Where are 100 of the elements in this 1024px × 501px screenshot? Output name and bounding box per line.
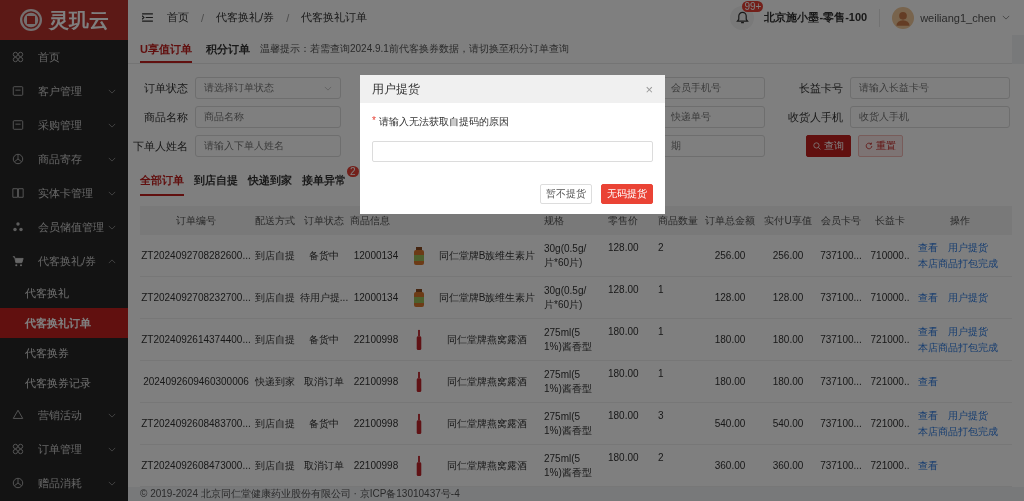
table-cell-text: 275ml(51%)酱香型 xyxy=(543,367,593,396)
table-cell-text: 180.00 xyxy=(607,367,640,379)
action-link[interactable]: 用户提货 xyxy=(948,290,988,305)
action-link[interactable]: 查看 xyxy=(918,290,938,305)
table-cell-text: 721000.. xyxy=(869,334,911,345)
sidebar-item[interactable]: 首页 xyxy=(0,40,128,74)
user-name[interactable]: weiliang1_chen xyxy=(920,11,996,24)
table-cell-text: 取消订单 xyxy=(303,374,345,389)
table-cell-text: 540.00 xyxy=(713,418,747,429)
table-cell-text: 同仁堂牌燕窝露酒 xyxy=(446,416,528,431)
table-cell-text: 275ml(51%)酱香型 xyxy=(543,451,593,480)
action-link[interactable]: 用户提货 xyxy=(948,240,988,255)
table-cell-text: 22100998 xyxy=(352,376,400,387)
table-cell-text: 1 xyxy=(657,283,665,295)
table-cell-text: 721000.. xyxy=(869,418,911,429)
breadcrumb-separator: / xyxy=(201,11,205,24)
action-link[interactable]: 查看 xyxy=(918,408,938,423)
sidebar-item[interactable]: 营销活动 xyxy=(0,398,128,432)
field-label: 商品名称 xyxy=(143,109,188,125)
sidebar-item[interactable]: 实体卡管理 xyxy=(0,176,128,210)
sidebar-subitem[interactable]: 代客换券 xyxy=(0,338,128,368)
order-tab[interactable]: 快递到家 xyxy=(248,174,292,194)
book-icon xyxy=(12,187,24,199)
table-cell-text: 到店自提 xyxy=(254,332,296,347)
table-cell-text: 737100... xyxy=(819,334,863,345)
reset-button[interactable]: 重置 xyxy=(858,135,903,157)
input-field[interactable]: 请输入长益卡号 xyxy=(850,77,1010,99)
dialog-button[interactable]: 暂不提货 xyxy=(540,184,592,204)
chevron-icon xyxy=(108,156,116,162)
caret-icon xyxy=(324,86,332,91)
menu-icon[interactable] xyxy=(142,13,153,22)
table-cell-text: 同仁堂牌燕窝露酒 xyxy=(446,332,528,347)
action-link[interactable]: 查看 xyxy=(918,324,938,339)
table-cell-text: 256.00 xyxy=(713,250,747,261)
order-tab[interactable]: 接单异常 xyxy=(302,174,346,194)
table-cell-text: 737100... xyxy=(819,418,863,429)
chevron-icon xyxy=(108,412,116,418)
sidebar-item[interactable]: 商品寄存 xyxy=(0,142,128,176)
action-link[interactable]: 用户提货 xyxy=(948,324,988,339)
sidebar-item[interactable]: 订单管理 xyxy=(0,432,128,466)
table-cell: ZT2024092608473000... xyxy=(140,460,252,471)
table-cell-text: 备货中 xyxy=(308,248,340,263)
table-cell-text: 2024092609460300006 xyxy=(142,376,250,387)
chevron-icon xyxy=(108,190,116,196)
dialog-button[interactable]: 无码提货 xyxy=(601,184,653,204)
search-button[interactable]: 查询 xyxy=(806,135,851,157)
table-cell-text: 22100998 xyxy=(352,418,400,429)
table-cell-text: 12000134 xyxy=(352,250,400,261)
table-cell: ZT2024092708232700... xyxy=(140,292,252,303)
field-label: 长益卡号 xyxy=(798,80,843,96)
breadcrumb-link[interactable]: 代客换礼订单 xyxy=(301,10,368,25)
sidebar-item[interactable]: 会员储值管理 xyxy=(0,210,128,244)
chevron-icon xyxy=(108,446,116,452)
table-cell-text: 256.00 xyxy=(771,250,805,261)
table-cell-text: 到店自提 xyxy=(254,290,296,305)
table-cell: ZT2024092708282600... xyxy=(140,250,252,261)
action-link[interactable]: 查看 xyxy=(918,240,938,255)
sidebar-item[interactable]: 赠品消耗 xyxy=(0,466,128,500)
table-cell-text: 到店自提 xyxy=(254,248,296,263)
cart-icon xyxy=(12,255,24,267)
page-tab[interactable]: 积分订单 xyxy=(205,35,250,63)
table-cell: 待用户提... xyxy=(298,290,350,305)
breadcrumb-link[interactable]: 代客换礼/券 xyxy=(216,10,275,25)
action-link[interactable]: 用户提货 xyxy=(948,408,988,423)
action-link[interactable]: 本店商品打包完成 xyxy=(918,340,998,355)
field-label: 收货人手机 xyxy=(787,109,843,125)
order-tab[interactable]: 到店自提 xyxy=(194,174,238,194)
column-header: 规格 xyxy=(543,213,565,228)
chevron-icon xyxy=(108,88,116,94)
seal-logo-icon xyxy=(19,8,43,32)
sidebar-item[interactable]: 客户管理 xyxy=(0,74,128,108)
chevron-icon xyxy=(108,122,116,128)
field-label: 下单人姓名 xyxy=(132,138,188,154)
column-header: 商品数量 xyxy=(657,213,699,228)
column-header: 配送方式 xyxy=(254,213,296,228)
sidebar-subitem[interactable]: 代客换礼订单 xyxy=(0,308,128,338)
breadcrumb-link[interactable]: 首页 xyxy=(167,10,189,25)
table-cell-text: 12000134 xyxy=(352,292,400,303)
sidebar-item[interactable]: 采购管理 xyxy=(0,108,128,142)
input-field[interactable]: 收货人手机 xyxy=(850,106,1010,128)
table-cell-text: 721000.. xyxy=(869,460,911,471)
table-cell-text: 22100998 xyxy=(352,334,400,345)
table-cell-text: 128.00 xyxy=(607,283,640,295)
sidebar-subitem[interactable]: 代客换券记录 xyxy=(0,368,128,398)
action-link[interactable]: 本店商品打包完成 xyxy=(918,424,998,439)
table-cell-text: 到店自提 xyxy=(254,416,296,431)
action-link[interactable]: 查看 xyxy=(918,374,938,389)
table-cell-text: 2 xyxy=(657,451,665,463)
close-button[interactable]: × xyxy=(645,81,653,97)
column-header: 商品信息 xyxy=(350,213,391,228)
table-cell-text: 备货中 xyxy=(308,416,340,431)
action-link[interactable]: 查看 xyxy=(918,458,938,473)
table-cell-text: 3 xyxy=(657,409,665,421)
refresh-icon xyxy=(865,142,873,150)
grid-icon xyxy=(12,51,24,63)
reason-input-field[interactable] xyxy=(372,141,653,162)
sidebar-subitem[interactable]: 代客换礼 xyxy=(0,278,128,308)
sidebar-item[interactable]: 代客换礼/券 xyxy=(0,244,128,278)
table-cell-text: 180.00 xyxy=(607,409,640,421)
action-link[interactable]: 本店商品打包完成 xyxy=(918,256,998,271)
